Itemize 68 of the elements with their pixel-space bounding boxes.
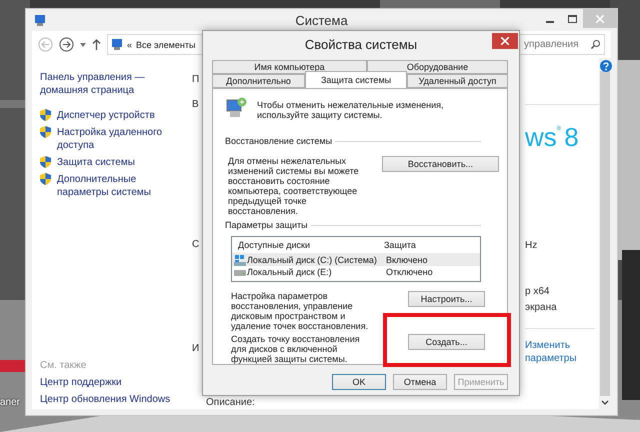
- drive-name: Локальный диск (E:): [246, 267, 333, 277]
- dropdown-icon[interactable]: [80, 42, 86, 46]
- text-fragment: П: [192, 74, 200, 86]
- create-button[interactable]: Создать...: [408, 334, 485, 350]
- sidebar-link[interactable]: Диспетчер устройств: [57, 109, 182, 122]
- group-heading: Восстановление системы: [225, 136, 332, 146]
- shield-icon: [40, 173, 51, 185]
- drive-row[interactable]: Локальный диск (E:) Отключено: [232, 266, 480, 278]
- sidebar-link[interactable]: Защита системы: [57, 156, 182, 169]
- column-header[interactable]: Защита: [378, 240, 478, 250]
- detail-text: Hz: [525, 240, 538, 252]
- close-icon: [596, 14, 604, 22]
- computer-icon: [111, 39, 123, 50]
- scroll-down-icon[interactable]: [601, 400, 609, 405]
- drive-status: Отключено: [385, 267, 434, 277]
- address-chevron: «: [127, 40, 132, 50]
- see-also-heading: См. также: [40, 359, 88, 372]
- detail-text: экрана: [525, 302, 557, 314]
- drive-icon: [234, 268, 246, 276]
- sidebar-link[interactable]: Настройка удаленного доступа: [57, 126, 182, 152]
- shield-icon: [40, 109, 51, 121]
- address-text: Все элементы: [136, 40, 196, 50]
- change-settings-link[interactable]: Изменить параметры: [525, 339, 589, 365]
- description-label: Описание:: [205, 397, 255, 409]
- group-heading: Параметры защиты: [225, 220, 308, 230]
- help-icon[interactable]: [600, 60, 612, 72]
- tab[interactable]: Дополнительно: [212, 74, 306, 88]
- drive-name: Локальный диск (C:) (Система): [246, 255, 378, 265]
- close-icon: [501, 37, 509, 45]
- text-fragment: И: [192, 343, 200, 355]
- minimize-icon: [546, 20, 554, 22]
- computer-restore-icon: [225, 97, 247, 119]
- shield-icon: [40, 156, 51, 168]
- tab[interactable]: Удаленный доступ: [407, 74, 508, 88]
- dialog-title: Свойства системы: [304, 37, 418, 52]
- computer-icon: [34, 14, 46, 26]
- home-link[interactable]: Панель управления — домашняя страница: [40, 71, 150, 97]
- scroll-thumb[interactable]: [600, 71, 610, 396]
- intro-text: Чтобы отменить нежелательные изменения, используйте защиту системы.: [257, 100, 445, 120]
- forward-icon[interactable]: [59, 37, 74, 52]
- restore-text: Для отмены нежелательных изменений системы вы можете восстановить состояние компьютера, соответствующее предыдущей точке восстановления.: [228, 156, 360, 216]
- drives-list[interactable]: Доступные диски Защита Локальный диск (C:) (Система) Включено Локальный диск (E:) Отключено: [231, 236, 481, 282]
- configure-button[interactable]: Настроить...: [408, 291, 485, 307]
- sidebar-link[interactable]: Дополнительные параметры системы: [57, 173, 182, 199]
- text-fragment: С: [192, 239, 200, 251]
- up-arrow-icon[interactable]: [92, 39, 101, 50]
- tab[interactable]: Защита системы: [305, 71, 408, 88]
- see-also-link[interactable]: Центр поддержки: [40, 376, 192, 389]
- detail-text: р x64: [525, 286, 550, 298]
- window-title: Система: [295, 13, 348, 28]
- tab[interactable]: Оборудование: [366, 60, 508, 74]
- drive-status: Включено: [385, 255, 429, 265]
- system-drive-icon: [234, 254, 246, 266]
- configure-text: Настройка параметров восстановления, управление дисковым пространством и удаление точек восстановления.: [231, 291, 370, 331]
- shield-icon: [40, 126, 51, 138]
- maximize-icon: [568, 14, 576, 22]
- tab[interactable]: Имя компьютера: [212, 60, 367, 74]
- text-fragment: В: [192, 99, 199, 111]
- column-header[interactable]: Доступные диски: [232, 240, 378, 250]
- create-text: Создать точку восстановления для дисков с включенной функцией защиты системы.: [231, 334, 361, 364]
- scrollbar[interactable]: [599, 58, 611, 409]
- search-icon: [591, 40, 600, 49]
- close-button[interactable]: [492, 33, 518, 49]
- restore-button[interactable]: Восстановить...: [382, 156, 499, 172]
- drive-row[interactable]: Локальный диск (C:) (Система) Включено: [232, 254, 480, 266]
- see-also-link[interactable]: Центр обновления Windows: [40, 393, 192, 406]
- dialog-button[interactable]: Отмена: [393, 374, 447, 390]
- dialog-button[interactable]: OK: [332, 374, 386, 390]
